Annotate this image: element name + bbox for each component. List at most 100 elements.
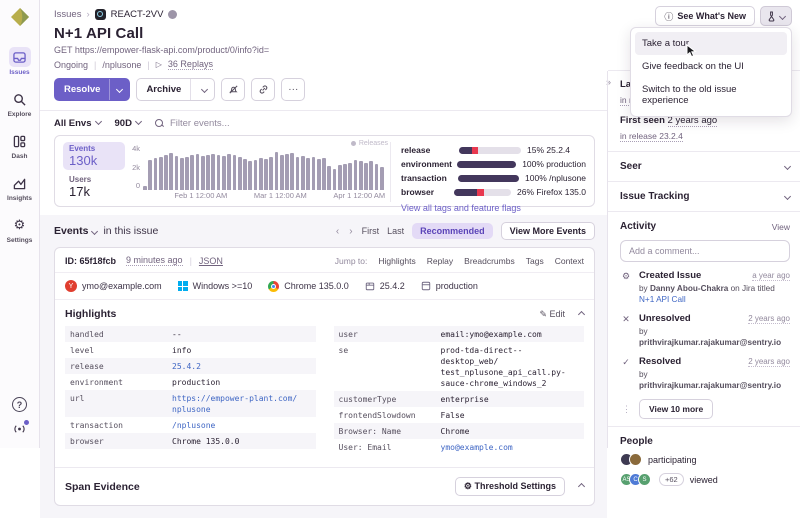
environment-chip[interactable]: production <box>421 281 478 291</box>
seer-section-toggle[interactable]: Seer <box>620 159 790 174</box>
chart-bar[interactable] <box>333 169 337 190</box>
menu-item[interactable]: Switch to the old issue experience <box>635 78 787 112</box>
event-time[interactable]: 9 minutes ago <box>126 255 183 266</box>
mute-button[interactable] <box>221 78 245 101</box>
chart-bar[interactable] <box>175 156 179 190</box>
highlight-value[interactable]: ymo@example.com <box>441 442 513 453</box>
chart-bar[interactable] <box>259 158 263 190</box>
user-chip[interactable]: Y ymo@example.com <box>65 280 162 292</box>
chart-bar[interactable] <box>301 156 305 190</box>
browser-chip[interactable]: Chrome 135.0.0 <box>268 281 349 292</box>
edit-highlights-button[interactable]: ✎ Edit <box>539 309 565 320</box>
search-filter[interactable]: Filter events... <box>155 118 230 129</box>
sidebar-item-insights[interactable]: Insights <box>7 173 32 202</box>
chart-bar[interactable] <box>290 153 294 190</box>
jump-link-highlights[interactable]: Highlights <box>378 256 415 266</box>
chart-bar[interactable] <box>222 156 226 190</box>
help-icon[interactable]: ? <box>12 397 27 412</box>
filter-events-input[interactable]: Filter events... <box>170 118 230 129</box>
archive-dropdown[interactable] <box>190 79 214 100</box>
resolve-button[interactable]: Resolve <box>54 78 130 101</box>
sidebar-item-settings[interactable]: ⚙ Settings <box>7 215 33 244</box>
broadcast-icon[interactable] <box>12 422 27 440</box>
chart-bar[interactable] <box>359 161 363 190</box>
more-button[interactable]: ··· <box>281 78 305 101</box>
tag-row[interactable]: release15% 25.2.4 <box>401 144 586 156</box>
activity-view-link[interactable]: View <box>772 222 790 232</box>
whats-new-button[interactable]: ⓘ See What's New <box>655 6 755 26</box>
chart-bar[interactable] <box>317 159 321 190</box>
chart-bar[interactable] <box>211 154 215 190</box>
chart-bar[interactable] <box>327 166 331 190</box>
date-range-filter[interactable]: 90D <box>115 118 141 129</box>
chart-bar[interactable] <box>185 157 189 190</box>
users-stat[interactable]: Users 17k <box>63 173 125 201</box>
sidebar-item-dash[interactable]: Dash <box>9 131 31 160</box>
activity-issue-link[interactable]: N+1 API Call <box>639 295 686 304</box>
chart-bar[interactable] <box>364 163 368 191</box>
chart-bar[interactable] <box>312 157 316 190</box>
chart-bar[interactable] <box>369 161 373 190</box>
jump-link-breadcrumbs[interactable]: Breadcrumbs <box>464 256 515 266</box>
release-chip[interactable]: 25.4.2 <box>365 281 405 291</box>
chart-bar[interactable] <box>285 154 289 190</box>
menu-item[interactable]: Give feedback on the UI <box>635 55 787 78</box>
next-event-button[interactable]: › <box>348 226 353 237</box>
last-event-button[interactable]: Last <box>387 226 404 236</box>
tag-row[interactable]: environment100% production <box>401 158 586 170</box>
issue-tracking-section-toggle[interactable]: Issue Tracking <box>620 189 790 204</box>
viewer-avatar[interactable]: S <box>638 473 651 486</box>
chart-bar[interactable] <box>354 160 358 190</box>
events-stat[interactable]: Events 130k <box>63 142 125 170</box>
tag-row[interactable]: browser26% Firefox 135.0 <box>401 186 586 198</box>
collapse-highlights-icon[interactable] <box>578 310 585 317</box>
sidebar-item-explore[interactable]: Explore <box>8 89 32 118</box>
participant-avatar[interactable] <box>629 453 642 466</box>
chart-bar[interactable] <box>159 157 163 190</box>
chart-bar[interactable] <box>196 154 200 190</box>
view-all-tags-link[interactable]: View all tags and feature flags <box>401 203 586 213</box>
viewers-more-badge[interactable]: +62 <box>659 473 684 486</box>
chart-bar[interactable] <box>380 167 384 190</box>
resolve-dropdown[interactable] <box>109 79 129 100</box>
chart-bar[interactable] <box>190 155 194 190</box>
chart-bar[interactable] <box>296 157 300 190</box>
breadcrumb-issues[interactable]: Issues <box>54 9 81 20</box>
breadcrumb-project[interactable]: REACT-2VV <box>111 9 164 20</box>
jump-link-tags[interactable]: Tags <box>526 256 544 266</box>
chart-bar[interactable] <box>322 158 326 190</box>
chart-bar[interactable] <box>206 155 210 190</box>
comment-input[interactable]: Add a comment... <box>620 240 790 262</box>
experience-menu-button[interactable] <box>760 6 792 26</box>
chart-bar[interactable] <box>227 154 231 190</box>
menu-item[interactable]: Take a tour <box>635 32 787 55</box>
env-filter[interactable]: All Envs <box>54 118 101 129</box>
chart-bar[interactable] <box>233 155 237 190</box>
collapse-span-evidence-icon[interactable] <box>578 483 585 490</box>
events-dropdown[interactable]: Events <box>54 225 88 237</box>
chart-bar[interactable] <box>264 159 268 190</box>
chart-bar[interactable] <box>238 157 242 190</box>
chart-bar[interactable] <box>143 186 147 190</box>
chart-bar[interactable] <box>280 155 284 190</box>
first-seen-release[interactable]: in release 23.2.4 <box>620 131 683 142</box>
first-event-button[interactable]: First <box>362 226 380 236</box>
view-more-activity-button[interactable]: View 10 more <box>639 399 713 419</box>
chart-bar[interactable] <box>306 158 310 190</box>
recommended-toggle[interactable]: Recommended <box>412 223 493 239</box>
threshold-settings-button[interactable]: ⚙ Threshold Settings <box>455 477 565 496</box>
replays-link[interactable]: 36 Replays <box>168 59 213 70</box>
chart-bar[interactable] <box>375 164 379 190</box>
chart-bar[interactable] <box>154 158 158 190</box>
chart-bar[interactable] <box>254 160 258 190</box>
chart-bar[interactable] <box>343 164 347 190</box>
chart-bar[interactable] <box>201 156 205 190</box>
prev-event-button[interactable]: ‹ <box>335 226 340 237</box>
sidebar-item-issues[interactable]: Issues <box>9 47 31 76</box>
chart-bar[interactable] <box>169 153 173 190</box>
chart-bar[interactable] <box>217 155 221 190</box>
jump-link-context[interactable]: Context <box>555 256 584 266</box>
chart-bar[interactable] <box>248 161 252 190</box>
tag-row[interactable]: transaction100% /nplusone <box>401 172 586 184</box>
chart-bar[interactable] <box>243 159 247 190</box>
